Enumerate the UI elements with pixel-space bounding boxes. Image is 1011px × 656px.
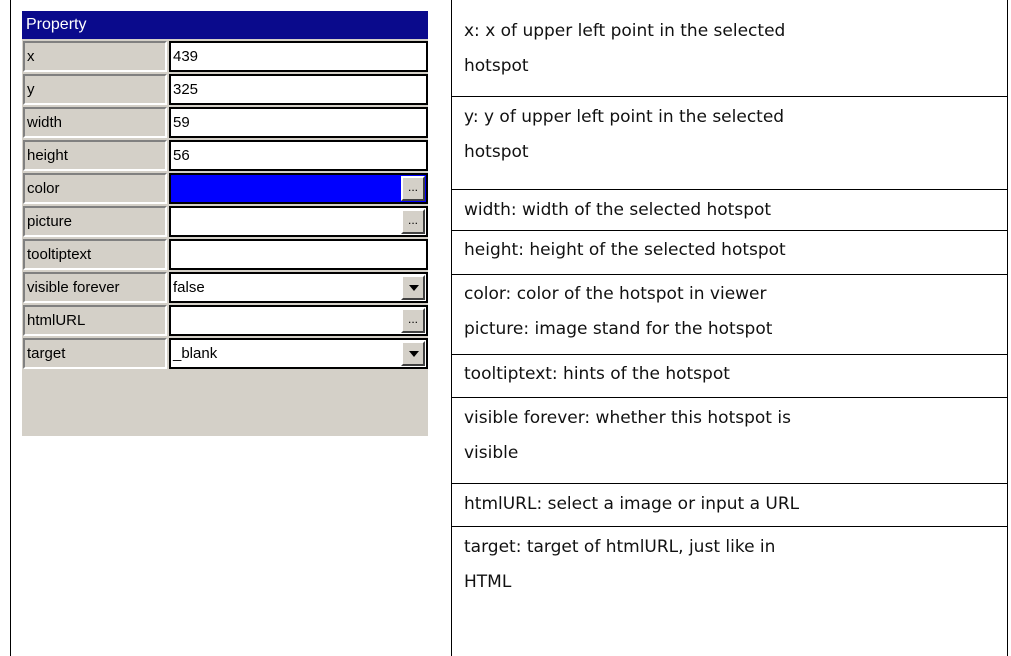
property-label: picture [23,206,167,237]
description-tooltiptext: tooltiptext: hints of the hotspot [452,357,1007,392]
property-panel-header: Property [22,11,428,39]
description-line: height: height of the selected hotspot [464,240,786,260]
description-line: target: target of htmlURL, just like in [464,537,776,557]
target-value: _blank [173,345,218,362]
property-row-visible-forever: visible forever false [22,272,428,305]
description-line: width: width of the selected hotspot [464,200,772,220]
x-value-field[interactable]: 439 [169,41,428,72]
description-line: color: color of the hotspot in viewer [464,284,767,304]
height-value-field[interactable]: 56 [169,140,428,171]
property-label: tooltiptext [23,239,167,270]
chevron-down-icon [409,351,419,357]
property-row-tooltiptext: tooltiptext [22,239,428,272]
property-row-htmlurl: htmlURL ... [22,305,428,338]
width-value-field[interactable]: 59 [169,107,428,138]
row-divider [452,96,1007,97]
color-browse-button[interactable]: ... [401,176,425,201]
visible-forever-select[interactable]: false [169,272,428,303]
description-target: target: target of htmlURL, just like in … [452,530,1007,600]
target-select[interactable]: _blank [169,338,428,369]
row-divider [452,274,1007,275]
property-row-target: target _blank [22,338,428,371]
description-htmlurl: htmlURL: select a image or input a URL [452,487,1007,522]
description-width: width: width of the selected hotspot [452,193,1007,228]
property-row-y: y 325 [22,74,428,107]
property-panel: Property x 439 y 325 width 59 height 56 … [22,11,428,436]
htmlurl-value-field[interactable]: ... [169,305,428,336]
target-dropdown-button[interactable] [401,341,425,366]
property-row-height: height 56 [22,140,428,173]
property-row-color: color ... [22,173,428,206]
description-line: y: y of upper left point in the selected [464,107,785,127]
visible-forever-dropdown-button[interactable] [401,275,425,300]
description-line: picture: image stand for the hotspot [464,319,773,339]
picture-value-field[interactable]: ... [169,206,428,237]
property-row-x: x 439 [22,41,428,74]
description-height: height: height of the selected hotspot [452,233,1007,268]
row-divider [452,483,1007,484]
description-line: hotspot [464,142,529,162]
property-row-picture: picture ... [22,206,428,239]
property-label: x [23,41,167,72]
property-label: color [23,173,167,204]
description-x: x: x of upper left point in the selected… [452,14,1007,84]
description-y: y: y of upper left point in the selected… [452,100,1007,170]
description-line: tooltiptext: hints of the hotspot [464,364,730,384]
y-value-field[interactable]: 325 [169,74,428,105]
description-line: visible [464,443,519,463]
property-label: target [23,338,167,369]
row-divider [452,397,1007,398]
chevron-down-icon [409,285,419,291]
description-color-picture: color: color of the hotspot in viewer pi… [452,277,1007,347]
row-divider [452,189,1007,190]
picture-browse-button[interactable]: ... [401,209,425,234]
description-line: HTML [464,572,512,592]
htmlurl-browse-button[interactable]: ... [401,308,425,333]
color-value-field[interactable]: ... [169,173,428,204]
description-line: htmlURL: select a image or input a URL [464,494,800,514]
tooltiptext-value-field[interactable] [169,239,428,270]
property-label: width [23,107,167,138]
property-label: visible forever [23,272,167,303]
property-row-width: width 59 [22,107,428,140]
row-divider [452,230,1007,231]
description-line: hotspot [464,56,529,76]
description-line: x: x of upper left point in the selected [464,21,786,41]
description-visible-forever: visible forever: whether this hotspot is… [452,401,1007,471]
visible-forever-value: false [173,279,205,296]
row-divider [452,526,1007,527]
property-label: y [23,74,167,105]
description-line: visible forever: whether this hotspot is [464,408,791,428]
row-divider [452,354,1007,355]
property-label: height [23,140,167,171]
property-label: htmlURL [23,305,167,336]
